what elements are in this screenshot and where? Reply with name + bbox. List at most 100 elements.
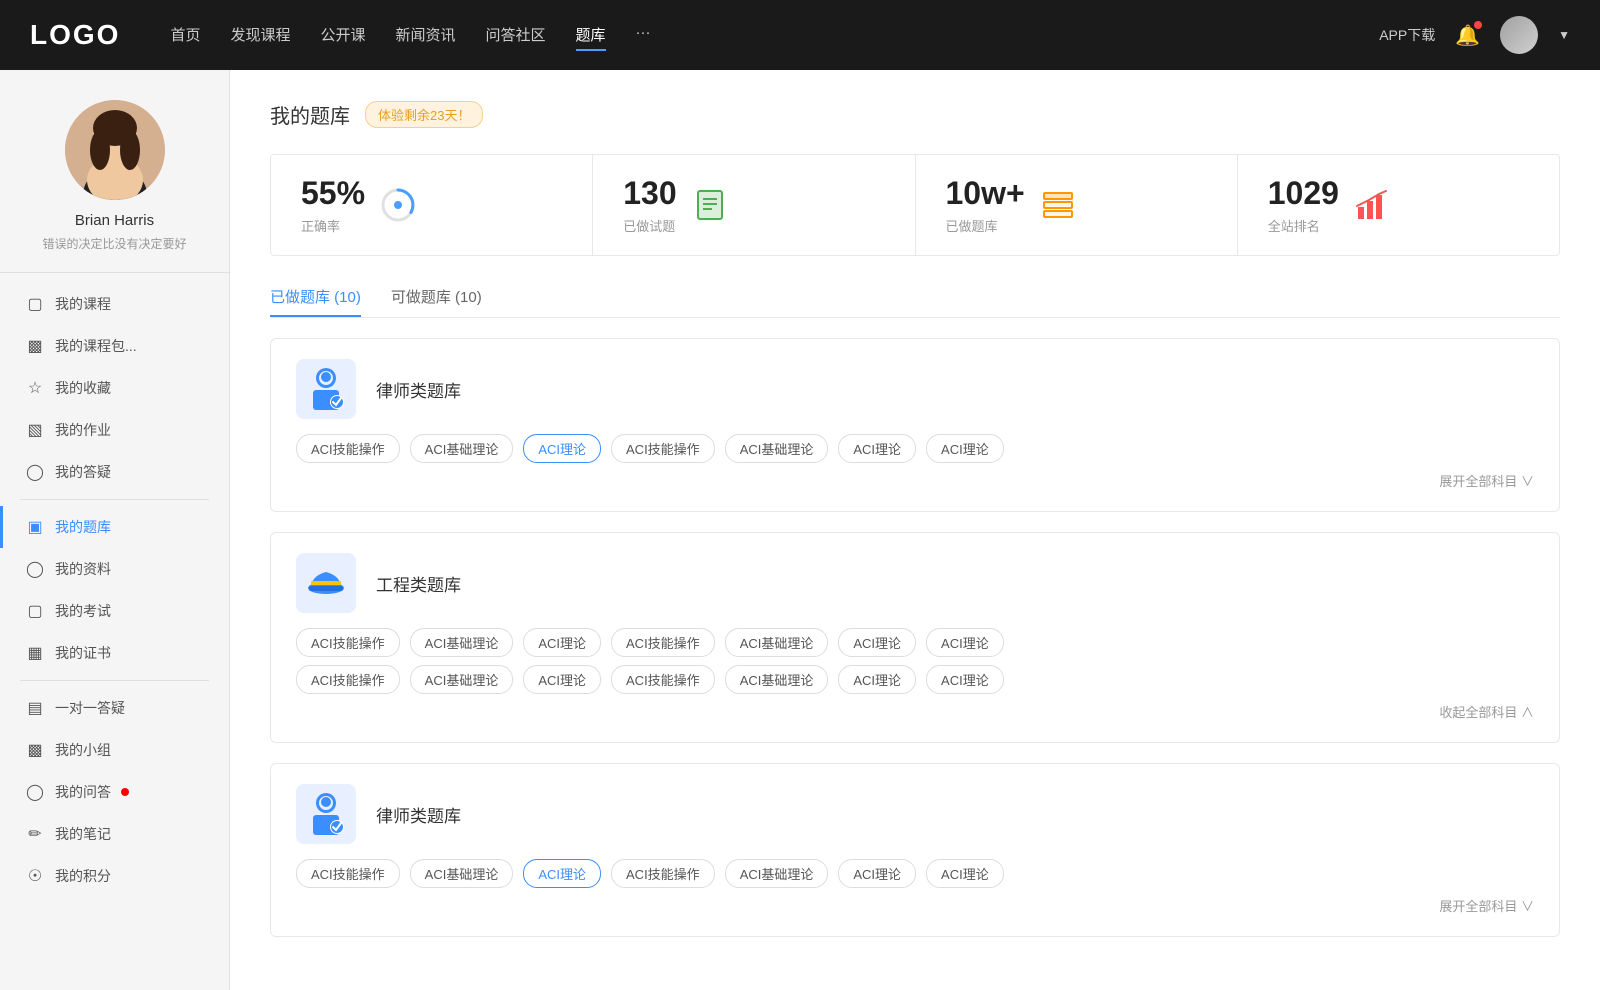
eng-tag-13[interactable]: ACI理论	[926, 665, 1004, 694]
nav-home[interactable]: 首页	[170, 20, 200, 51]
eng-tag-4[interactable]: ACI基础理论	[725, 628, 829, 657]
tag-4[interactable]: ACI基础理论	[725, 434, 829, 463]
tab-done[interactable]: 已做题库 (10)	[270, 286, 361, 317]
qbank-header-lawyer-1: 律师类题库	[296, 359, 1534, 419]
logo[interactable]: LOGO	[30, 19, 120, 51]
sidebar-item-course-package[interactable]: ▩ 我的课程包...	[0, 325, 229, 367]
navbar: LOGO 首页 发现课程 公开课 新闻资讯 问答社区 题库 ··· APP下载 …	[0, 0, 1600, 70]
notification-bell-icon[interactable]: 🔔	[1455, 23, 1480, 48]
qbank-card-engineer: 工程类题库 ACI技能操作 ACI基础理论 ACI理论 ACI技能操作 ACI基…	[270, 532, 1560, 743]
page-title: 我的题库	[270, 100, 350, 129]
qbank-card-lawyer-2: 律师类题库 ACI技能操作 ACI基础理论 ACI理论 ACI技能操作 ACI基…	[270, 763, 1560, 937]
sidebar-menu: ▢ 我的课程 ▩ 我的课程包... ☆ 我的收藏 ▧ 我的作业 ◯ 我的答疑 ▣	[0, 283, 229, 897]
star-icon: ☆	[25, 378, 45, 398]
accuracy-pie-icon	[380, 187, 416, 223]
sidebar-item-homework[interactable]: ▧ 我的作业	[0, 409, 229, 451]
notes-icon: ✏	[25, 824, 45, 844]
qbank-header-lawyer-2: 律师类题库	[296, 784, 1534, 844]
tag-5[interactable]: ACI理论	[838, 434, 916, 463]
qbank-icon-engineer	[296, 553, 356, 613]
qbank-tags-lawyer-2: ACI技能操作 ACI基础理论 ACI理论 ACI技能操作 ACI基础理论 AC…	[296, 859, 1534, 888]
group-icon: ▩	[25, 740, 45, 760]
chevron-down-icon[interactable]: ▼	[1558, 28, 1570, 42]
sidebar-item-qbank[interactable]: ▣ 我的题库	[0, 506, 229, 548]
sidebar-item-notes[interactable]: ✏ 我的笔记	[0, 813, 229, 855]
sidebar-divider-2	[20, 680, 209, 681]
avatar[interactable]	[1500, 16, 1538, 54]
eng-tag-7[interactable]: ACI技能操作	[296, 665, 400, 694]
qbank-tags-engineer-row1: ACI技能操作 ACI基础理论 ACI理论 ACI技能操作 ACI基础理论 AC…	[296, 628, 1534, 657]
eng-tag-0[interactable]: ACI技能操作	[296, 628, 400, 657]
sidebar-item-my-courses-label: 我的课程	[55, 294, 111, 314]
eng-tag-6[interactable]: ACI理论	[926, 628, 1004, 657]
l2-tag-2-active[interactable]: ACI理论	[523, 859, 601, 888]
sidebar-item-qa[interactable]: ◯ 我的答疑	[0, 451, 229, 493]
tag-2-active[interactable]: ACI理论	[523, 434, 601, 463]
tag-6[interactable]: ACI理论	[926, 434, 1004, 463]
qbank-title-engineer: 工程类题库	[376, 571, 461, 596]
qbank-footer-engineer: 收起全部科目 ∧	[296, 702, 1534, 722]
sidebar-item-points[interactable]: ☉ 我的积分	[0, 855, 229, 897]
sidebar-item-my-qa-label: 我的问答	[55, 782, 111, 802]
sidebar: Brian Harris 错误的决定比没有决定要好 ▢ 我的课程 ▩ 我的课程包…	[0, 70, 230, 990]
sidebar-item-profile[interactable]: ◯ 我的资料	[0, 548, 229, 590]
stat-accuracy-label: 正确率	[301, 216, 365, 235]
stats-row: 55% 正确率 130 已做试题	[270, 154, 1560, 256]
tab-available[interactable]: 可做题库 (10)	[391, 286, 482, 317]
sidebar-item-my-qa[interactable]: ◯ 我的问答	[0, 771, 229, 813]
eng-tag-5[interactable]: ACI理论	[838, 628, 916, 657]
sidebar-item-homework-label: 我的作业	[55, 420, 111, 440]
qbank-icon-lawyer-2	[296, 784, 356, 844]
nav-discover[interactable]: 发现课程	[230, 20, 290, 51]
sidebar-item-group[interactable]: ▩ 我的小组	[0, 729, 229, 771]
app-download-button[interactable]: APP下载	[1379, 25, 1435, 45]
l2-tag-0[interactable]: ACI技能操作	[296, 859, 400, 888]
engineer-icon-svg	[301, 558, 351, 608]
l2-tag-4[interactable]: ACI基础理论	[725, 859, 829, 888]
sidebar-item-one-on-one-label: 一对一答疑	[55, 698, 125, 718]
expand-button-engineer[interactable]: 收起全部科目 ∧	[1439, 705, 1534, 720]
document-icon: ▢	[25, 294, 45, 314]
tag-3[interactable]: ACI技能操作	[611, 434, 715, 463]
eng-tag-12[interactable]: ACI理论	[838, 665, 916, 694]
eng-tag-11[interactable]: ACI基础理论	[725, 665, 829, 694]
eng-tag-8[interactable]: ACI基础理论	[410, 665, 514, 694]
eng-tag-3[interactable]: ACI技能操作	[611, 628, 715, 657]
avatar-image-svg	[65, 100, 165, 200]
question-icon: ◯	[25, 462, 45, 482]
chat-icon: ▤	[25, 698, 45, 718]
qbank-tags-lawyer-1: ACI技能操作 ACI基础理论 ACI理论 ACI技能操作 ACI基础理论 AC…	[296, 434, 1534, 463]
l2-tag-6[interactable]: ACI理论	[926, 859, 1004, 888]
l2-tag-3[interactable]: ACI技能操作	[611, 859, 715, 888]
eng-tag-1[interactable]: ACI基础理论	[410, 628, 514, 657]
eng-tag-2[interactable]: ACI理论	[523, 628, 601, 657]
profile-icon: ◯	[25, 559, 45, 579]
sidebar-item-group-label: 我的小组	[55, 740, 111, 760]
tag-1[interactable]: ACI基础理论	[410, 434, 514, 463]
points-icon: ☉	[25, 866, 45, 886]
qbank-footer-lawyer-1: 展开全部科目 ∨	[296, 471, 1534, 491]
sidebar-item-exam[interactable]: ▢ 我的考试	[0, 590, 229, 632]
nav-open-course[interactable]: 公开课	[320, 20, 365, 51]
expand-button-lawyer-1[interactable]: 展开全部科目 ∨	[1439, 474, 1534, 489]
sidebar-item-favorites[interactable]: ☆ 我的收藏	[0, 367, 229, 409]
sidebar-item-certificate[interactable]: ▦ 我的证书	[0, 632, 229, 674]
banks-list-icon	[1040, 187, 1076, 223]
tag-0[interactable]: ACI技能操作	[296, 434, 400, 463]
sidebar-item-my-courses[interactable]: ▢ 我的课程	[0, 283, 229, 325]
questions-doc-icon	[692, 187, 728, 223]
sidebar-motto: 错误的决定比没有决定要好	[42, 235, 186, 252]
expand-button-lawyer-2[interactable]: 展开全部科目 ∨	[1439, 899, 1534, 914]
lawyer-icon-svg	[301, 364, 351, 414]
nav-news[interactable]: 新闻资讯	[396, 20, 456, 51]
nav-qa[interactable]: 问答社区	[486, 20, 546, 51]
eng-tag-9[interactable]: ACI理论	[523, 665, 601, 694]
nav-more[interactable]: ···	[636, 20, 651, 51]
sidebar-item-one-on-one[interactable]: ▤ 一对一答疑	[0, 687, 229, 729]
nav-qbank[interactable]: 题库	[576, 20, 606, 51]
sidebar-item-profile-label: 我的资料	[55, 559, 111, 579]
l2-tag-5[interactable]: ACI理论	[838, 859, 916, 888]
eng-tag-10[interactable]: ACI技能操作	[611, 665, 715, 694]
qbank-tags-engineer-row2: ACI技能操作 ACI基础理论 ACI理论 ACI技能操作 ACI基础理论 AC…	[296, 665, 1534, 694]
l2-tag-1[interactable]: ACI基础理论	[410, 859, 514, 888]
